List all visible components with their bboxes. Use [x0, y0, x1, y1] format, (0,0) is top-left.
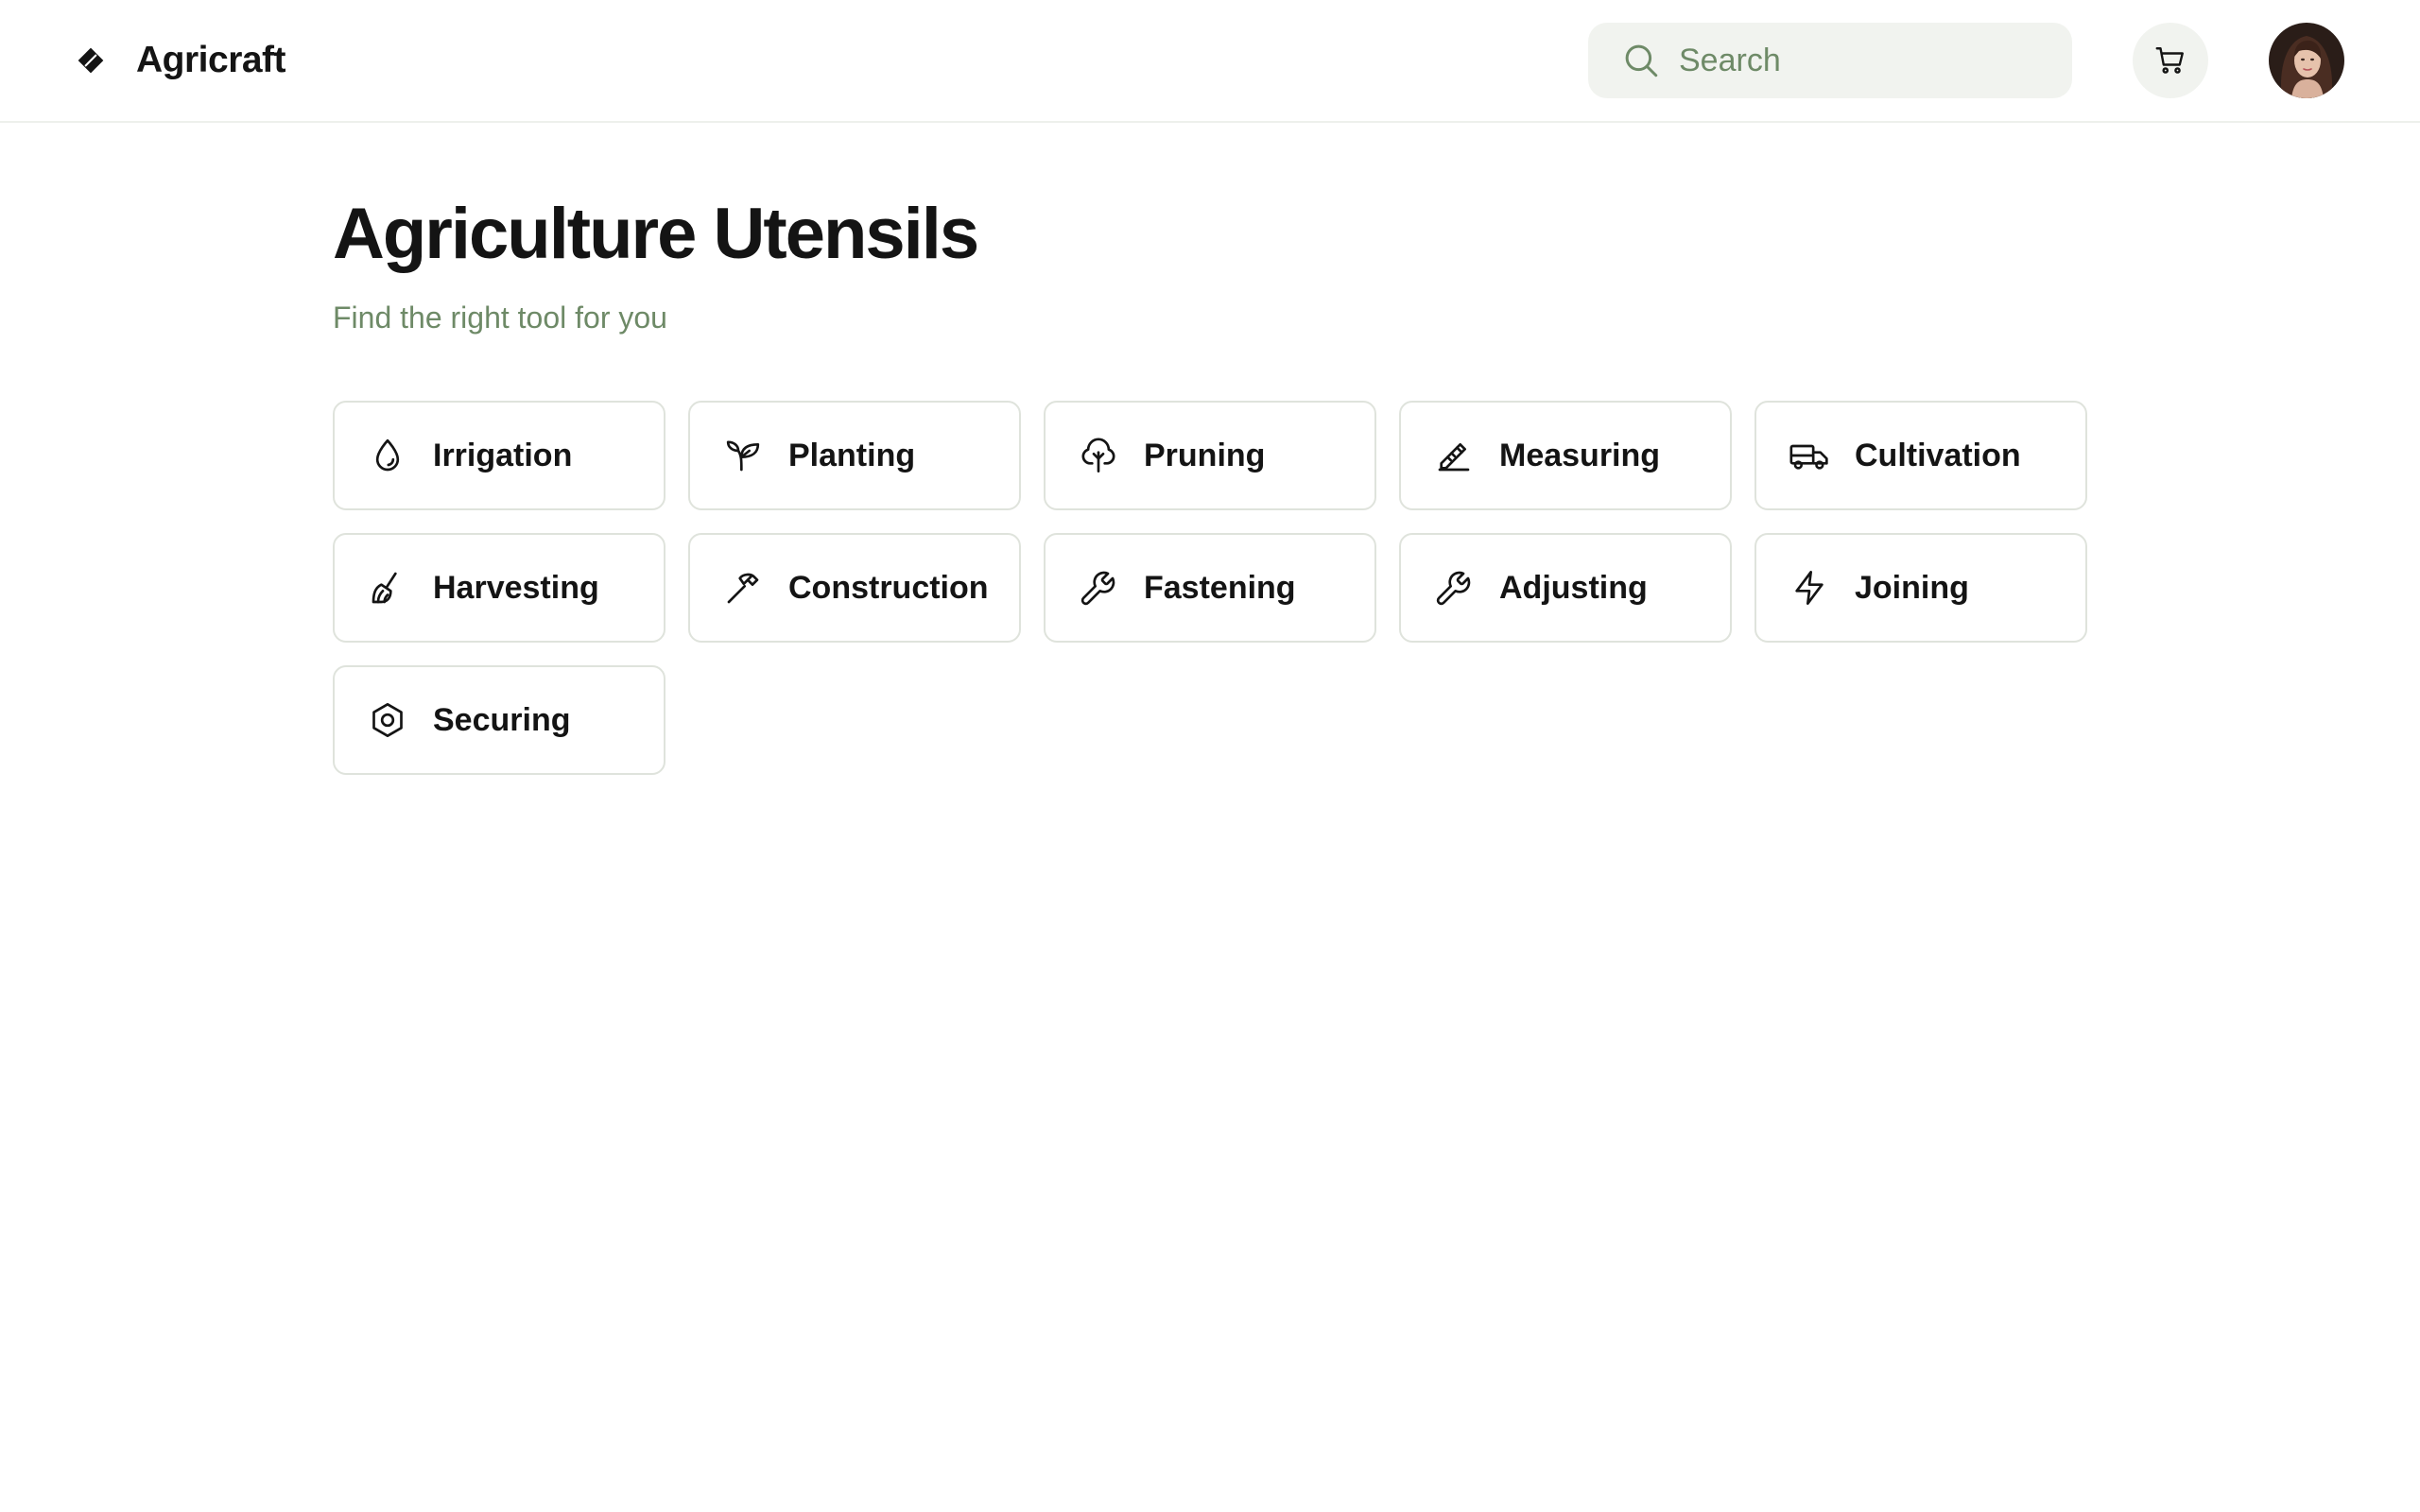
- brush-icon: [367, 567, 408, 609]
- brand-logo-icon: [74, 43, 108, 77]
- main-content: Agriculture Utensils Find the right tool…: [333, 189, 2091, 775]
- category-card-construction[interactable]: Construction: [688, 533, 1021, 643]
- truck-icon: [1789, 435, 1830, 476]
- pencil-ruler-icon: [1433, 435, 1475, 476]
- search-icon: [1620, 40, 1662, 81]
- category-card-pruning[interactable]: Pruning: [1044, 401, 1376, 510]
- user-avatar[interactable]: [2269, 23, 2344, 98]
- category-card-fastening[interactable]: Fastening: [1044, 533, 1376, 643]
- hammer-icon: [722, 567, 764, 609]
- category-label: Construction: [788, 569, 989, 606]
- wrench-icon: [1433, 567, 1475, 609]
- category-card-securing[interactable]: Securing: [333, 665, 666, 775]
- droplet-icon: [367, 435, 408, 476]
- category-grid: Irrigation Planting Pruning Measuring Cu…: [333, 401, 2091, 775]
- category-card-planting[interactable]: Planting: [688, 401, 1021, 510]
- category-card-adjusting[interactable]: Adjusting: [1399, 533, 1732, 643]
- tree-icon: [1078, 435, 1119, 476]
- category-label: Adjusting: [1499, 569, 1648, 606]
- category-card-measuring[interactable]: Measuring: [1399, 401, 1732, 510]
- category-label: Fastening: [1144, 569, 1296, 606]
- category-label: Cultivation: [1855, 437, 2021, 473]
- category-card-harvesting[interactable]: Harvesting: [333, 533, 666, 643]
- sprout-icon: [722, 435, 764, 476]
- page-subtitle: Find the right tool for you: [333, 301, 667, 335]
- category-label: Harvesting: [433, 569, 599, 606]
- search-input[interactable]: [1679, 42, 2038, 79]
- brand[interactable]: Agricraft: [74, 34, 286, 87]
- page-title: Agriculture Utensils: [333, 194, 979, 274]
- category-card-cultivation[interactable]: Cultivation: [1754, 401, 2087, 510]
- wrench-icon: [1078, 567, 1119, 609]
- bolt-icon: [1789, 567, 1830, 609]
- top-bar: Agricraft: [0, 0, 2420, 123]
- hex-nut-icon: [367, 699, 408, 741]
- cart-icon: [2153, 43, 2187, 77]
- category-label: Joining: [1855, 569, 1969, 606]
- search-box[interactable]: [1588, 23, 2072, 98]
- cart-button[interactable]: [2133, 23, 2208, 98]
- category-label: Planting: [788, 437, 916, 473]
- brand-name: Agricraft: [136, 40, 286, 80]
- category-label: Securing: [433, 701, 571, 738]
- category-label: Pruning: [1144, 437, 1266, 473]
- category-label: Irrigation: [433, 437, 573, 473]
- category-card-joining[interactable]: Joining: [1754, 533, 2087, 643]
- category-label: Measuring: [1499, 437, 1661, 473]
- category-card-irrigation[interactable]: Irrigation: [333, 401, 666, 510]
